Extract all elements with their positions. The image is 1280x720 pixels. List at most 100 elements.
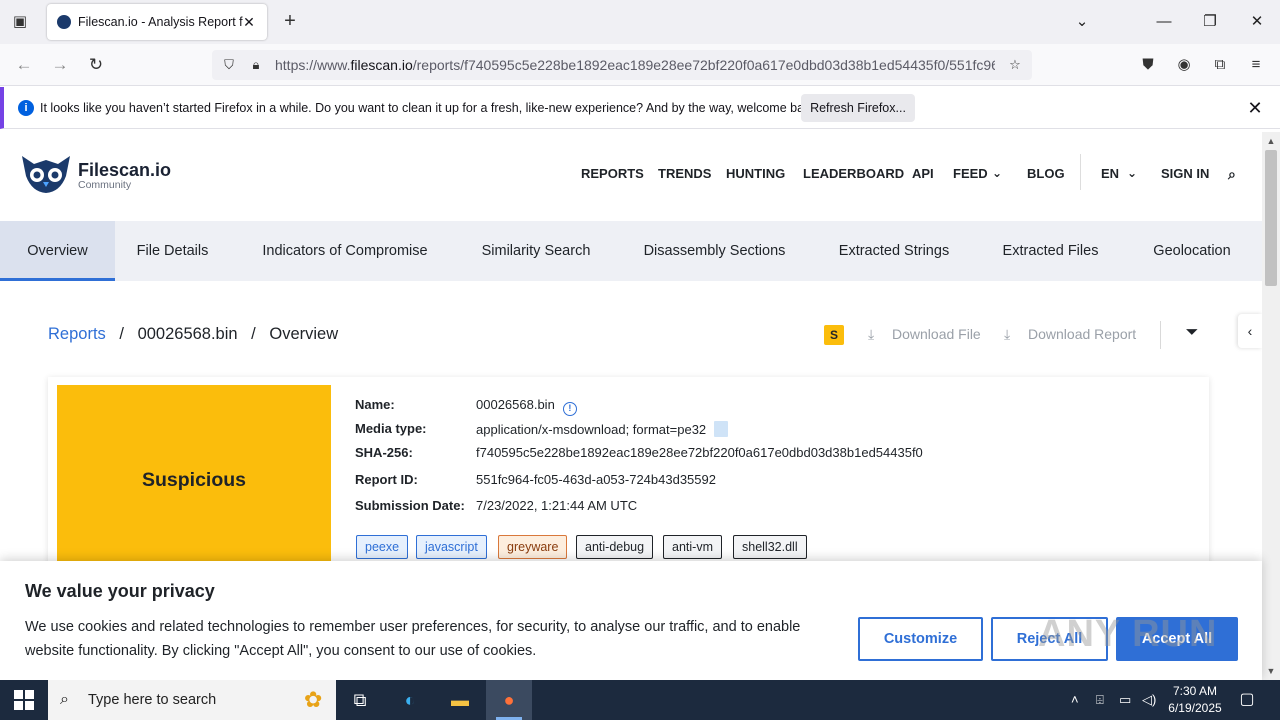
tag-anti-vm[interactable]: anti-vm <box>663 535 722 559</box>
windows-taskbar: ⌕ Type here to search ✿ ⧉ ◐ ▬ ● ˄ ⌹ ▭ ◁)… <box>0 680 1280 720</box>
sidebar-toggle-chevron-icon[interactable]: ‹ <box>1238 314 1262 348</box>
submission-date-value: 7/23/2022, 1:21:44 AM UTC <box>476 498 638 513</box>
tab-extracted-files[interactable]: Extracted Files <box>985 221 1116 281</box>
tab-overview[interactable]: Overview <box>0 221 115 281</box>
download-file-label: Download File <box>892 326 981 342</box>
search-icon[interactable]: ⌕ <box>1228 166 1236 183</box>
logo-subtitle: Community <box>78 179 132 191</box>
close-notice-icon[interactable]: ✕ <box>1244 97 1266 119</box>
task-view-icon[interactable]: ⧉ <box>346 686 374 714</box>
url-text[interactable]: https://www.filescan.io/reports/f740595c… <box>275 57 995 73</box>
customize-button[interactable]: Customize <box>858 617 983 661</box>
download-icon: ⤓ <box>868 326 875 342</box>
back-icon[interactable]: ← <box>12 53 36 77</box>
document-icon <box>714 421 729 437</box>
menu-icon[interactable]: ≡ <box>1244 53 1268 77</box>
report-tabs: Overview File Details Indicators of Comp… <box>0 221 1262 281</box>
verdict-label: Suspicious <box>141 469 247 491</box>
nav-trends[interactable]: TRENDS <box>658 166 711 181</box>
taskbar-search-box[interactable]: ⌕ Type here to search ✿ <box>48 680 336 720</box>
extensions-icon[interactable]: ⧉ <box>1208 53 1232 77</box>
favicon-icon <box>57 15 71 29</box>
volume-icon[interactable]: ◁) <box>1142 692 1156 708</box>
download-report-label: Download Report <box>1028 326 1137 342</box>
download-file-button[interactable]: ⤓ Download File <box>868 326 981 343</box>
window-close-icon[interactable]: ✕ <box>1245 10 1269 34</box>
reload-icon[interactable]: ↻ <box>84 53 108 77</box>
media-type-label: Media type: <box>355 421 427 436</box>
restore-icon[interactable]: ❐ <box>1198 10 1222 34</box>
pocket-icon[interactable]: ⛊ <box>1136 53 1160 77</box>
account-icon[interactable]: ◉ <box>1172 53 1196 77</box>
tab-file-details[interactable]: File Details <box>115 221 230 281</box>
report-id-value[interactable]: 551fc964-fc05-463d-a053-724b43d35592 <box>476 472 716 487</box>
download-report-button[interactable]: ⤓ Download Report <box>1004 326 1136 343</box>
windows-start-icon[interactable] <box>14 690 34 710</box>
scroll-down-icon[interactable]: ▼ <box>1262 664 1280 678</box>
nav-leaderboard[interactable]: LEADERBOARD <box>803 166 904 181</box>
scrollbar-thumb[interactable] <box>1265 150 1277 286</box>
network-icon[interactable]: ▭ <box>1119 692 1131 708</box>
nav-api[interactable]: API <box>912 166 934 181</box>
verdict-panel: Suspicious <box>57 385 331 575</box>
breadcrumb-reports-link[interactable]: Reports <box>48 325 106 343</box>
verdict-badge: S <box>824 325 844 345</box>
browser-tab[interactable]: Filescan.io - Analysis Report for ✕ <box>47 4 267 40</box>
filter-icon[interactable]: ⏷ <box>1182 323 1202 343</box>
edge-icon[interactable]: ◐ <box>396 686 424 714</box>
firefox-taskbar-button[interactable]: ● <box>486 680 532 720</box>
nav-sign-in[interactable]: SIGN IN <box>1161 166 1209 181</box>
address-bar[interactable]: ⛉ 🔒︎ https://www.filescan.io/reports/f74… <box>212 50 1032 80</box>
chevron-down-icon[interactable]: ⌄ <box>1070 10 1094 34</box>
download-icon: ⤓ <box>1004 326 1011 342</box>
nav-hunting[interactable]: HUNTING <box>726 166 785 181</box>
breadcrumb-current: Overview <box>269 325 339 343</box>
tab-indicators-of-compromise[interactable]: Indicators of Compromise <box>244 221 446 281</box>
taskbar-search-placeholder: Type here to search <box>88 692 217 708</box>
notification-icon[interactable]: ▢ <box>1236 690 1258 710</box>
tag-greyware[interactable]: greyware <box>498 535 568 559</box>
report-summary-card: Suspicious Name: 00026568.bin! Media typ… <box>48 377 1209 577</box>
nav-reports[interactable]: REPORTS <box>581 166 644 181</box>
cookie-consent-banner: We value your privacy We use cookies and… <box>0 561 1262 680</box>
scroll-up-icon[interactable]: ▲ <box>1262 134 1280 148</box>
info-icon[interactable]: ! <box>562 402 577 416</box>
anyrun-watermark: ANY RUN <box>1038 613 1218 655</box>
forward-icon[interactable]: → <box>48 53 72 77</box>
new-tab-icon[interactable]: + <box>279 11 301 33</box>
tag-shell32[interactable]: shell32.dll <box>733 535 807 559</box>
tag-anti-debug[interactable]: anti-debug <box>576 535 654 559</box>
taskbar-clock[interactable]: 7:30 AM 6/19/2025 <box>1160 683 1230 717</box>
browser-nav-bar: ← → ↻ ⛉ 🔒︎ https://www.filescan.io/repor… <box>0 44 1280 86</box>
tray-device-icon[interactable]: ⌹ <box>1096 692 1104 708</box>
tab-disassembly-sections[interactable]: Disassembly Sections <box>626 221 803 281</box>
tray-chevron-up-icon[interactable]: ˄ <box>1071 692 1079 707</box>
tab-similarity-search[interactable]: Similarity Search <box>466 221 606 281</box>
tab-title: Filescan.io - Analysis Report for <box>78 15 243 29</box>
shield-icon[interactable]: ⛉ <box>220 56 238 74</box>
refresh-firefox-button[interactable]: Refresh Firefox... <box>801 94 915 122</box>
language-chevron-down-icon[interactable]: ⌄ <box>1127 166 1137 180</box>
tab-extracted-strings[interactable]: Extracted Strings <box>823 221 965 281</box>
tag-peexe[interactable]: peexe <box>356 535 409 559</box>
media-type-value: application/x-msdownload; format=pe32 <box>476 421 729 437</box>
logo-name[interactable]: Filescan.io <box>78 160 171 181</box>
lock-icon[interactable]: 🔒︎ <box>247 56 265 74</box>
search-icon: ⌕ <box>60 691 69 708</box>
tag-javascript[interactable]: javascript <box>416 535 487 559</box>
browser-tab-bar: ▣ Filescan.io - Analysis Report for ✕ + … <box>0 0 1280 44</box>
owl-logo-icon[interactable] <box>20 152 72 194</box>
minimize-icon[interactable]: — <box>1152 10 1176 34</box>
bookmark-star-icon[interactable]: ☆ <box>1006 56 1024 74</box>
nav-feed[interactable]: FEED <box>953 166 988 181</box>
close-tab-icon[interactable]: ✕ <box>239 12 259 32</box>
sha256-value[interactable]: f740595c5e228be1892eac189e28ee72bf220f0a… <box>476 445 923 460</box>
tab-list-icon[interactable]: ▣ <box>8 10 32 34</box>
nav-blog[interactable]: BLOG <box>1027 166 1065 181</box>
breadcrumb-separator: / <box>119 325 124 343</box>
tab-geolocation[interactable]: Geolocation <box>1136 221 1248 281</box>
language-selector[interactable]: EN <box>1101 166 1119 181</box>
feed-chevron-down-icon[interactable]: ⌄ <box>992 166 1002 180</box>
file-explorer-icon[interactable]: ▬ <box>446 686 474 714</box>
page-scrollbar[interactable]: ▲ ▼ <box>1262 132 1280 680</box>
